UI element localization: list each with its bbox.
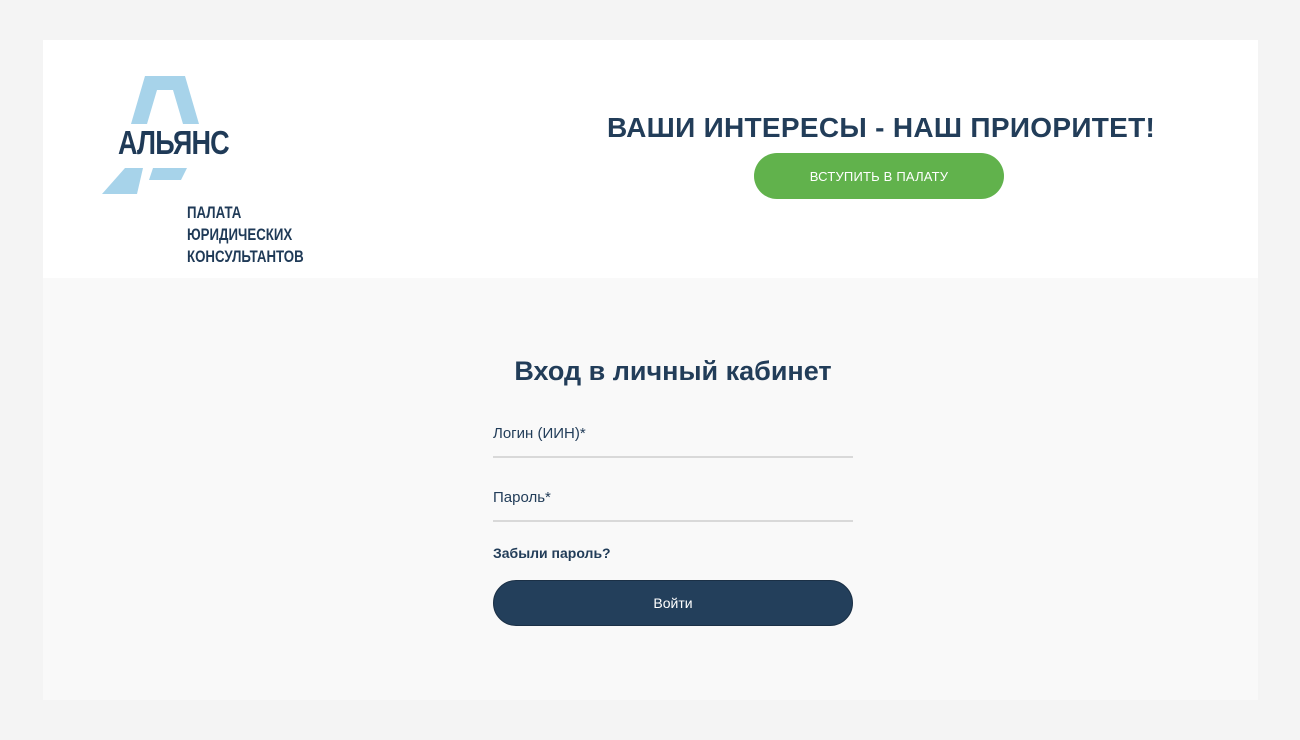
slogan: ВАШИ ИНТЕРЕСЫ - НАШ ПРИОРИТЕТ! [607, 112, 1156, 143]
page-frame: АЛЬЯНС ПАЛАТА ЮРИДИЧЕСКИХ КОНСУЛЬТАНТОВ … [43, 40, 1258, 700]
page-title: Вход в личный кабинет [514, 356, 832, 386]
logo-subtitle-line: ЮРИДИЧЕСКИХ [187, 225, 293, 244]
logo[interactable]: АЛЬЯНС ПАЛАТА ЮРИДИЧЕСКИХ КОНСУЛЬТАНТОВ [101, 76, 304, 265]
login-button[interactable]: Войти [493, 580, 853, 626]
password-field[interactable]: Пароль* [493, 482, 853, 522]
login-input[interactable] [493, 418, 853, 456]
login-field[interactable]: Логин (ИИН)* [493, 418, 853, 458]
site-header: АЛЬЯНС ПАЛАТА ЮРИДИЧЕСКИХ КОНСУЛЬТАНТОВ … [43, 40, 1258, 278]
logo-subtitle-line: ПАЛАТА [187, 203, 242, 222]
forgot-password-link[interactable]: Забыли пароль? [493, 545, 611, 561]
logo-subtitle-line: КОНСУЛЬТАНТОВ [187, 247, 304, 266]
join-chamber-button[interactable]: ВСТУПИТЬ В ПАЛАТУ [754, 153, 1004, 199]
password-input[interactable] [493, 482, 853, 520]
logo-name: АЛЬЯНС [118, 124, 230, 161]
